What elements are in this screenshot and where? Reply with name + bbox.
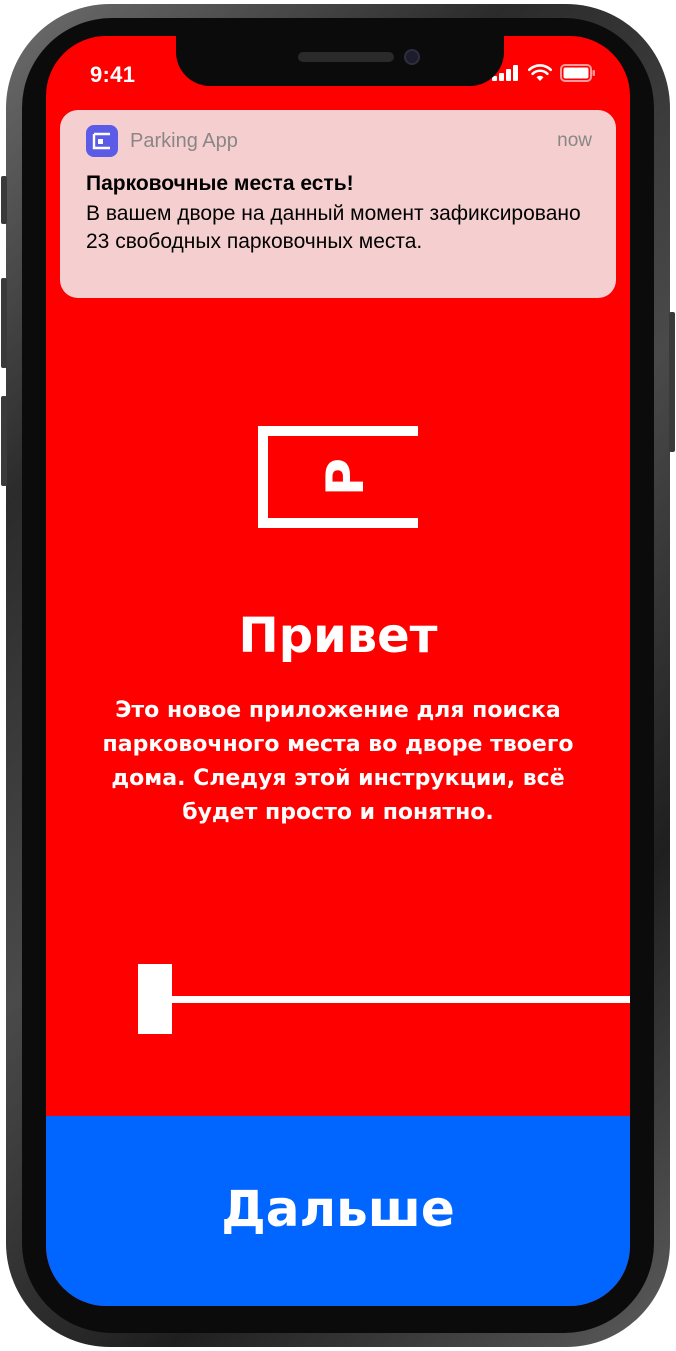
parking-app-icon (86, 125, 118, 157)
next-button-label: Дальше (221, 1180, 455, 1238)
status-icons (492, 64, 596, 82)
wifi-icon (528, 64, 552, 81)
volume-up-button (1, 278, 7, 368)
notification-app-name: Parking App (130, 129, 238, 152)
next-button[interactable]: Дальше (46, 1116, 630, 1306)
volume-down-button (1, 396, 7, 486)
step-indicator-handle[interactable] (138, 964, 172, 1034)
notch (176, 36, 504, 86)
push-notification[interactable]: Parking App now Парковочные места есть! … (60, 110, 616, 298)
notification-title: Парковочные места есть! (86, 172, 354, 195)
notification-body: В вашем дворе на данный момент зафиксиро… (86, 202, 581, 253)
parking-logo-letter: P (316, 458, 376, 496)
front-camera (404, 49, 420, 65)
speaker (298, 52, 394, 62)
battery-icon (560, 64, 595, 82)
power-button (669, 312, 675, 452)
step-indicator-track (172, 996, 630, 1003)
silent-switch (1, 176, 7, 224)
status-time: 9:41 (90, 62, 136, 87)
onboarding-title: Привет (238, 608, 438, 664)
notification-header: Parking App now (86, 125, 592, 157)
notification-time: now (557, 130, 592, 151)
onboarding-description: Это новое приложение для поиска парковоч… (102, 698, 574, 825)
parking-logo-icon: P (258, 426, 418, 528)
screen: 9:41 Parking App now Парковочные места е… (46, 36, 630, 1306)
